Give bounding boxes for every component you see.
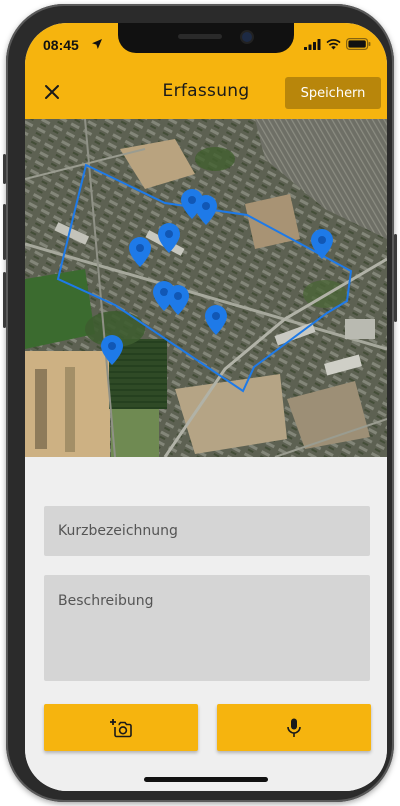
mute-switch — [3, 154, 6, 184]
signal-icon — [304, 38, 321, 50]
home-indicator[interactable] — [144, 777, 268, 782]
notch — [118, 23, 294, 53]
volume-up-button — [3, 204, 6, 260]
battery-icon — [346, 38, 371, 50]
wifi-icon — [326, 38, 341, 49]
short-label-field[interactable]: Kurzbezeichnung — [44, 506, 370, 556]
short-label-placeholder: Kurzbezeichnung — [58, 523, 178, 539]
satellite-map[interactable] — [25, 119, 387, 457]
voice-record-button[interactable] — [217, 704, 371, 751]
status-icons — [304, 38, 371, 50]
description-placeholder: Beschreibung — [58, 593, 154, 609]
location-arrow-icon — [92, 39, 102, 49]
save-button[interactable]: Speichern — [285, 77, 381, 109]
app-header: 08:45 Erfassung Speichern — [25, 23, 387, 119]
add-photo-icon — [110, 718, 132, 737]
add-photo-button[interactable] — [44, 704, 198, 751]
power-button — [394, 234, 397, 322]
app-screen: 08:45 Erfassung Speichern Kurzbezeichnun… — [25, 23, 387, 791]
description-field[interactable]: Beschreibung — [44, 575, 370, 681]
map-canvas[interactable] — [25, 119, 387, 457]
volume-down-button — [3, 272, 6, 328]
status-time: 08:45 — [43, 37, 79, 53]
capture-form: Kurzbezeichnung Beschreibung — [25, 457, 387, 791]
phone-frame: 08:45 Erfassung Speichern Kurzbezeichnun… — [3, 4, 397, 802]
microphone-icon — [287, 718, 301, 737]
